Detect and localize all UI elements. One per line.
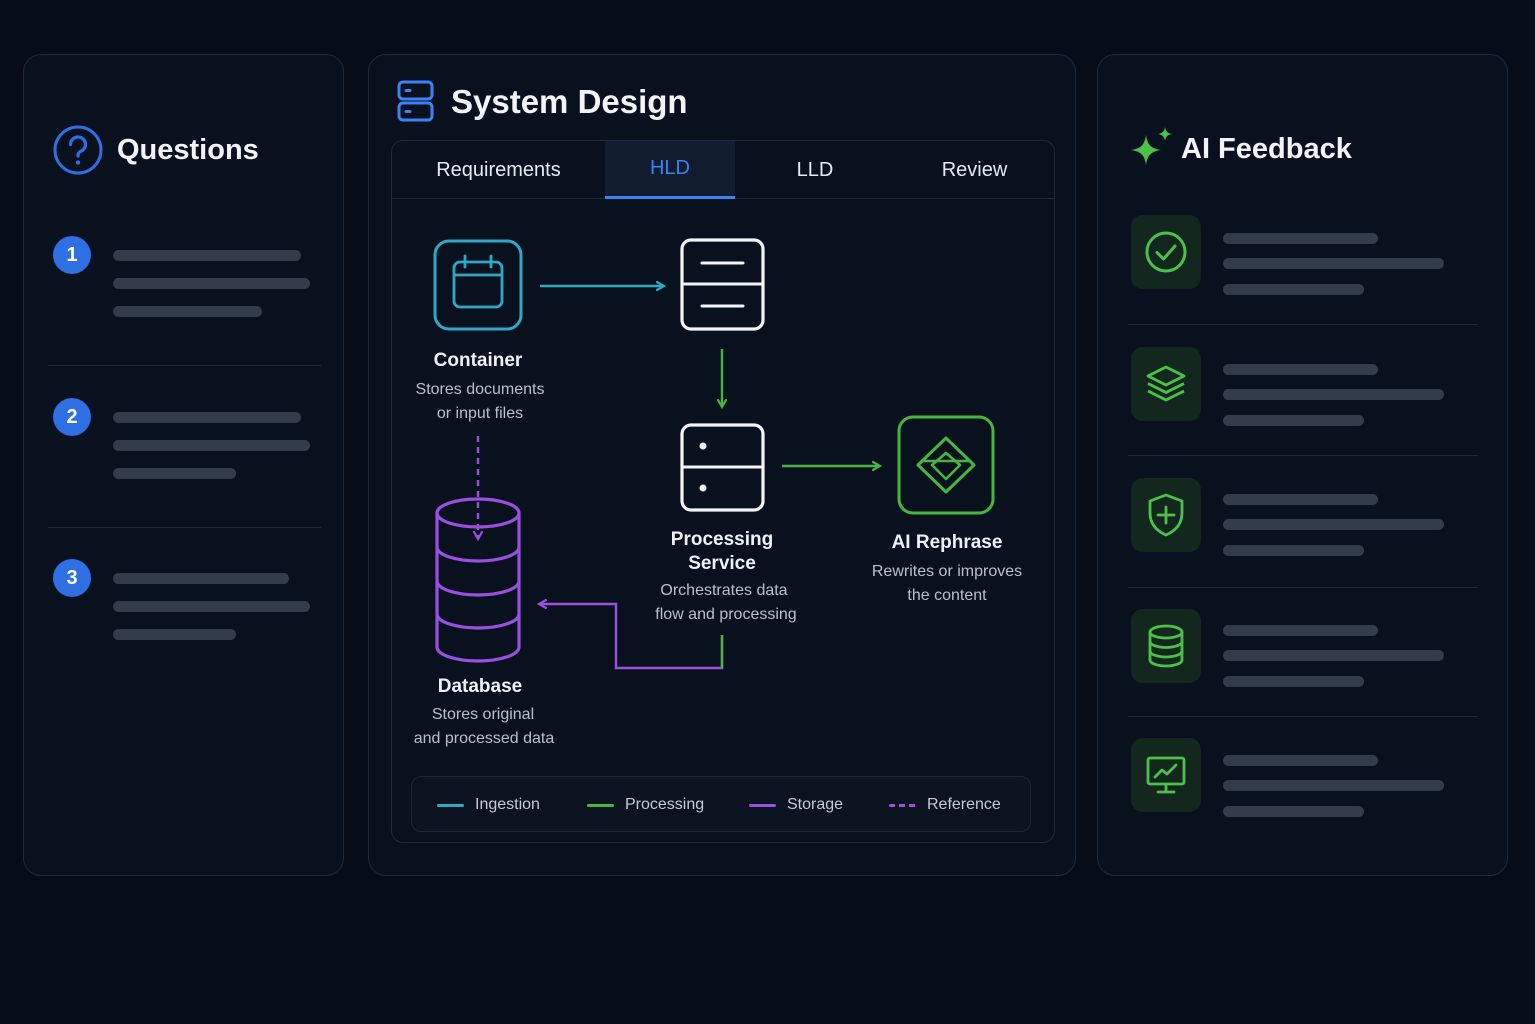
shield-plus-icon [1131,478,1201,552]
text-placeholder-bar [1223,676,1364,687]
text-placeholder-bar [113,601,310,612]
sparkle-icon [1131,127,1172,165]
divider [1128,587,1478,588]
server-rack-icon [397,80,434,122]
ai-rephrase-description-line2: the content [907,587,987,604]
processing-service-label-line2: Service [688,553,756,574]
legend-label: Reference [927,796,1001,813]
text-placeholder-bar [1223,625,1378,636]
legend-swatch [587,803,614,807]
text-placeholder-bar [1223,284,1364,295]
text-placeholder-bar [113,440,310,451]
divider [1128,324,1478,325]
ai-rephrase-label: AI Rephrase [891,532,1003,553]
database-node-icon[interactable] [435,497,521,663]
text-placeholder-bar [1223,806,1364,817]
system-design-title: System Design [451,83,688,120]
legend-item-storage: Storage [749,777,843,833]
database-description-line2: and processed data [413,730,555,747]
question-number: 2 [53,398,91,436]
ai-feedback-panel: AI Feedback [1097,54,1508,876]
text-placeholder-bar [1223,389,1444,400]
queue-node-icon[interactable] [680,238,765,331]
ai-rephrase-description-line1: Rewrites or improves [871,563,1023,580]
text-placeholder-bar [113,629,236,640]
diagram-legend: Ingestion Processing Storage Reference [411,776,1031,832]
legend-label: Storage [787,796,844,813]
legend-item-reference: Reference [889,777,1001,833]
text-placeholder-bar [1223,519,1444,530]
legend-item-ingestion: Ingestion [437,777,540,833]
legend-swatch [749,803,776,807]
monitor-chart-icon [1131,738,1201,812]
legend-swatch [437,803,464,807]
text-placeholder-bar [1223,364,1378,375]
text-placeholder-bar [113,306,262,317]
divider [1128,455,1478,456]
question-number: 3 [53,559,91,597]
check-circle-icon [1131,215,1201,289]
divider [48,365,321,366]
text-placeholder-bar [1223,650,1444,661]
processing-service-description-line2: flow and processing [655,606,797,623]
text-placeholder-bar [113,573,289,584]
divider [48,527,321,528]
legend-label: Ingestion [475,796,540,813]
legend-item-processing: Processing [587,777,704,833]
text-placeholder-bar [113,250,301,261]
question-number: 1 [53,236,91,274]
tab-frame: Requirements HLD LLD Review Container St… [391,140,1055,843]
text-placeholder-bar [113,278,310,289]
text-placeholder-bar [1223,494,1378,505]
container-description-line2: or input files [436,405,524,422]
legend-swatch-dashed [889,803,916,807]
ai-feedback-title: AI Feedback [1181,133,1352,165]
container-label: Container [433,350,523,371]
text-placeholder-bar [1223,258,1444,269]
text-placeholder-bar [1223,233,1378,244]
text-placeholder-bar [1223,780,1444,791]
system-design-panel: System Design Requirements HLD LLD Revie… [368,54,1076,876]
text-placeholder-bar [1223,755,1378,766]
container-description-line1: Stores documents [415,381,545,398]
divider [1128,716,1478,717]
text-placeholder-bar [1223,415,1364,426]
question-circle-icon [53,125,103,175]
database-label: Database [437,676,523,697]
ai-rephrase-node-icon[interactable] [897,415,995,515]
database-description-line1: Stores original [431,706,535,723]
processing-service-label-line1: Processing [670,529,774,550]
questions-panel: Questions 1 2 3 [23,54,344,876]
container-node-icon[interactable] [433,239,523,331]
legend-label: Processing [625,796,705,813]
processing-service-description-line1: Orchestrates data [660,582,788,599]
text-placeholder-bar [113,412,301,423]
text-placeholder-bar [1223,545,1364,556]
layers-icon [1131,347,1201,421]
text-placeholder-bar [113,468,236,479]
database-icon [1131,609,1201,683]
questions-title: Questions [117,134,259,166]
processing-service-node-icon[interactable] [680,423,765,512]
